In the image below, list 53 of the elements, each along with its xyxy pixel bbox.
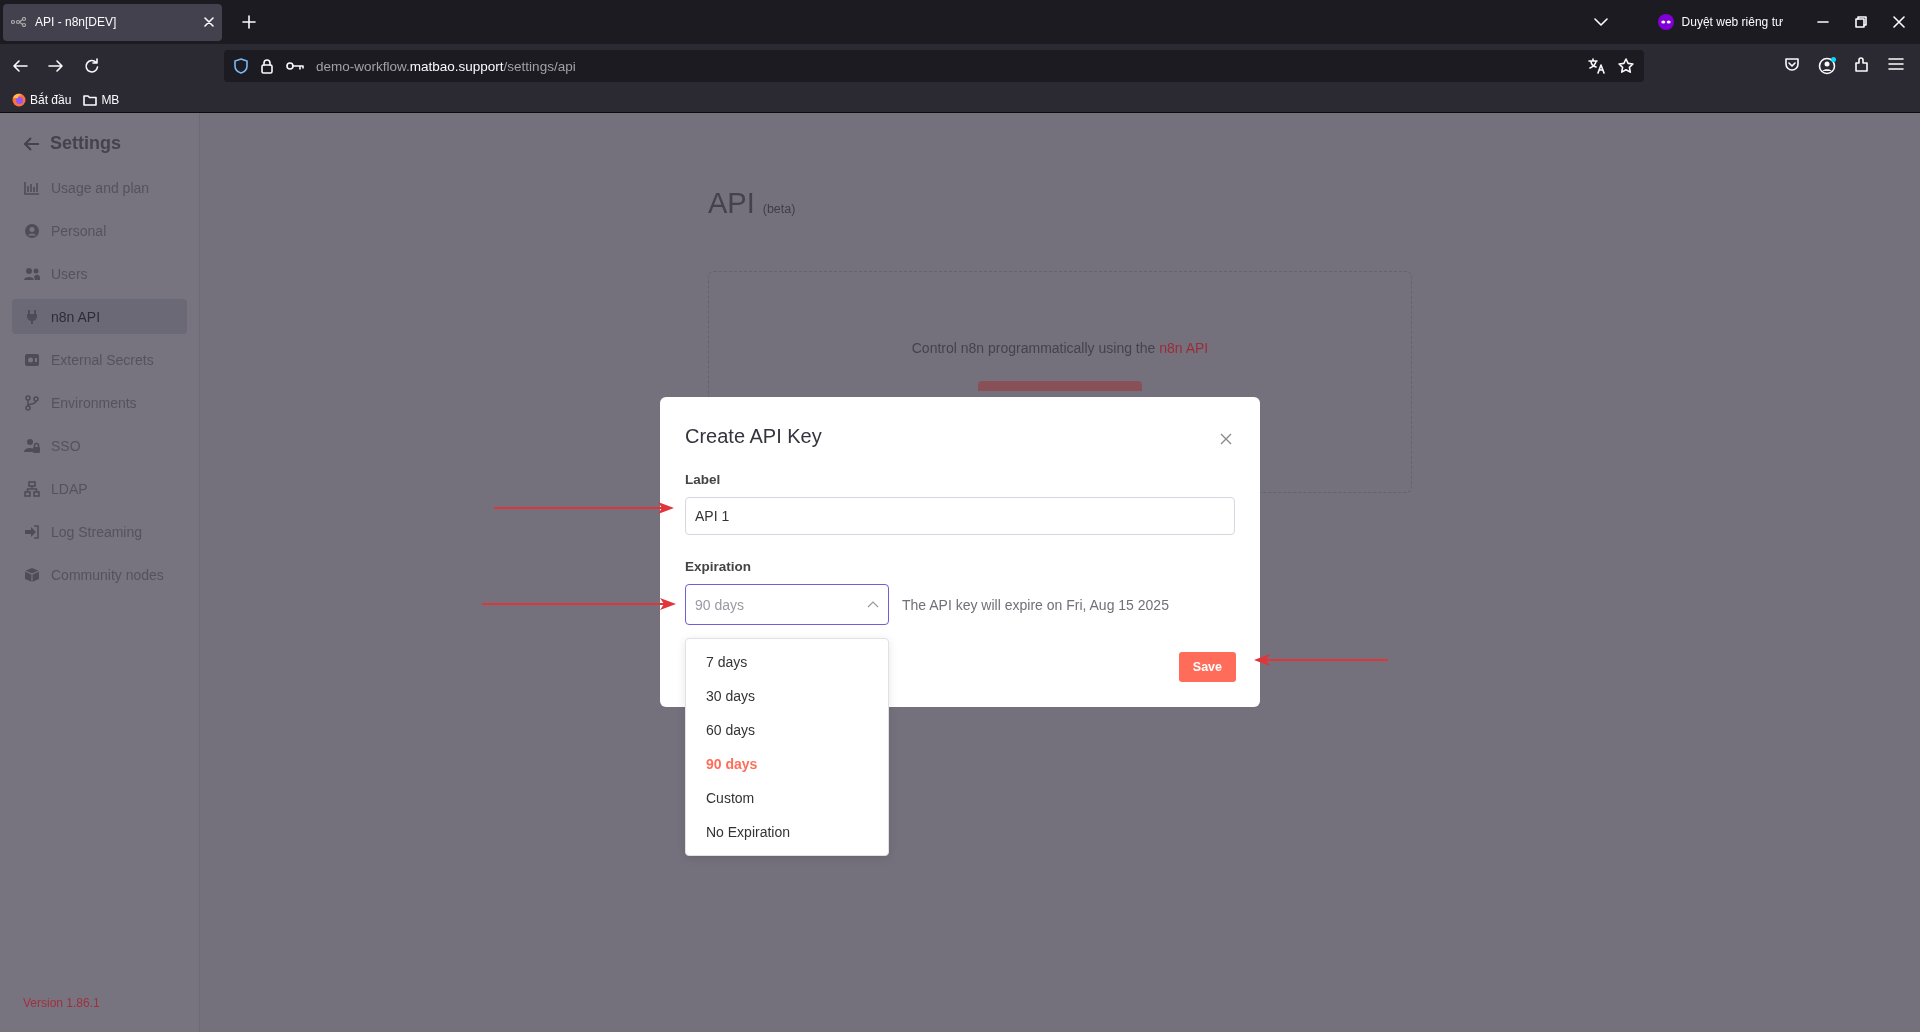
- key-icon[interactable]: [286, 61, 304, 71]
- mask-icon: [1657, 14, 1674, 30]
- dropdown-option[interactable]: 90 days: [686, 747, 888, 781]
- dialog-title: Create API Key: [685, 425, 822, 448]
- menu-item-icon: [24, 179, 40, 196]
- restore-icon[interactable]: [1855, 16, 1867, 28]
- firefox-icon: [12, 93, 26, 107]
- folder-icon: [83, 94, 98, 106]
- dropdown-option[interactable]: 7 days: [686, 645, 888, 679]
- menu-item-icon: [24, 394, 40, 411]
- lock-icon[interactable]: [260, 58, 274, 74]
- label-input[interactable]: API 1: [685, 497, 1235, 535]
- api-docs-link[interactable]: n8n API: [1159, 340, 1209, 356]
- menu-item-icon: [24, 308, 40, 325]
- address-bar[interactable]: demo-workflow.matbao.support/settings/api: [224, 50, 1644, 82]
- expiration-select[interactable]: 90 days: [685, 584, 889, 625]
- sidebar-item[interactable]: n8n API: [12, 299, 187, 334]
- forward-icon[interactable]: [48, 58, 64, 74]
- puzzle-icon[interactable]: [1854, 57, 1870, 73]
- save-button[interactable]: Save: [1178, 652, 1236, 682]
- dropdown-option[interactable]: Custom: [686, 781, 888, 815]
- dropdown-option[interactable]: 60 days: [686, 713, 888, 747]
- menu-item-icon: [24, 265, 40, 282]
- private-browsing-label: Duyệt web riêng tư: [1681, 15, 1783, 29]
- chevron-down-icon[interactable]: [1593, 18, 1608, 26]
- reload-icon[interactable]: [84, 58, 100, 74]
- account-icon[interactable]: [1818, 57, 1836, 75]
- plus-icon[interactable]: [242, 15, 256, 29]
- menu-item-icon: [24, 566, 40, 583]
- url-text[interactable]: demo-workflow.matbao.support/settings/api: [316, 58, 576, 74]
- dropdown-option[interactable]: 30 days: [686, 679, 888, 713]
- expiration-hint: The API key will expire on Fri, Aug 15 2025: [902, 596, 1169, 613]
- browser-tab[interactable]: API - n8n[DEV]: [3, 3, 222, 41]
- field-label: Expiration: [685, 559, 752, 574]
- translate-icon[interactable]: [1588, 58, 1606, 74]
- back-icon[interactable]: [12, 58, 28, 74]
- shield-icon: [234, 58, 248, 74]
- tab-title: API - n8n[DEV]: [35, 15, 118, 29]
- pocket-icon[interactable]: [1784, 57, 1800, 73]
- menu-item-icon: [24, 523, 40, 540]
- menu-item-icon: [24, 437, 40, 454]
- menu-item-icon: [24, 480, 40, 497]
- bookmark[interactable]: MB: [83, 93, 120, 107]
- dropdown-option[interactable]: No Expiration: [686, 815, 888, 849]
- menu-icon[interactable]: [1888, 57, 1904, 71]
- field-label: Label: [685, 472, 722, 487]
- menu-item-icon: [24, 222, 40, 239]
- menu-item-icon: [24, 351, 40, 368]
- workflow-icon: [11, 17, 27, 27]
- bookmark[interactable]: Bắt đầu: [12, 93, 72, 107]
- star-icon[interactable]: [1618, 58, 1634, 74]
- version-label: Version 1.86.1: [22, 996, 101, 1012]
- chevron-up-icon: [867, 601, 879, 608]
